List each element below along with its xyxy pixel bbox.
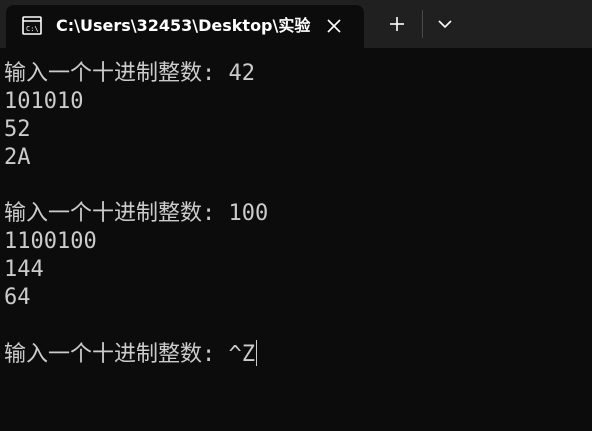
terminal-icon: C:\ (22, 16, 42, 35)
prompt-text: 输入一个十进制整数: ^Z (4, 342, 255, 367)
terminal-output[interactable]: 输入一个十进制整数: 42 101010 52 2A 输入一个十进制整数: 10… (4, 60, 592, 368)
output-line: 52 (4, 117, 31, 142)
tab-active[interactable]: C:\ C:\Users\32453\Desktop\实验 (6, 5, 364, 48)
output-line: 1100100 (4, 229, 97, 254)
output-line: 144 (4, 257, 44, 282)
output-line: 输入一个十进制整数: 100 (4, 201, 269, 226)
chevron-down-icon (438, 20, 452, 29)
tab-dropdown-button[interactable] (430, 9, 460, 39)
terminal-window: C:\ C:\Users\32453\Desktop\实验 输入一个十进制整数:… (0, 0, 592, 431)
output-line: 输入一个十进制整数: 42 (4, 61, 255, 86)
output-line: 2A (4, 145, 31, 170)
new-tab-button[interactable] (382, 9, 412, 39)
svg-text:C:\: C:\ (26, 25, 39, 33)
output-line: 101010 (4, 89, 84, 114)
tab-title: C:\Users\32453\Desktop\实验 (56, 16, 311, 35)
close-icon[interactable] (323, 15, 345, 37)
tab-divider (422, 10, 423, 38)
plus-icon (390, 17, 404, 31)
output-line: 64 (4, 285, 31, 310)
prompt-line[interactable]: 输入一个十进制整数: ^Z (4, 340, 592, 368)
tab-bar: C:\ C:\Users\32453\Desktop\实验 (0, 0, 592, 48)
text-cursor (255, 340, 257, 366)
